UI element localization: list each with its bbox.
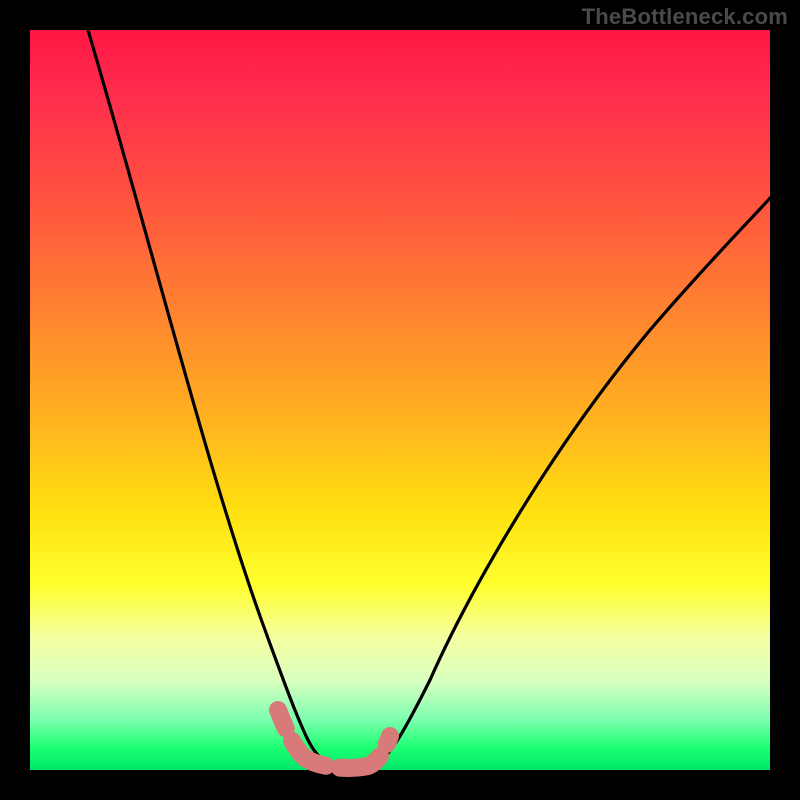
attribution-text: TheBottleneck.com	[582, 4, 788, 30]
chart-frame: TheBottleneck.com	[0, 0, 800, 800]
plot-area	[30, 30, 770, 770]
highlight-segment	[278, 710, 390, 768]
curve-layer	[30, 30, 770, 770]
bottleneck-curve	[88, 30, 770, 767]
